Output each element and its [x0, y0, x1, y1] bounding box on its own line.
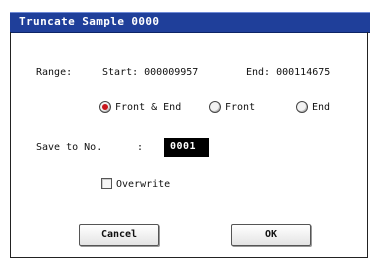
radio-front[interactable]	[209, 101, 221, 113]
save-to-label: Save to No.	[36, 142, 103, 153]
truncate-sample-dialog: Truncate Sample 0000 Range: Start: 00000…	[0, 0, 380, 264]
range-start-value: Start: 000009957	[102, 67, 199, 78]
radio-front-label[interactable]: Front	[225, 102, 255, 113]
dialog-title: Truncate Sample 0000	[19, 15, 160, 28]
range-end-value: End: 000114675	[246, 67, 331, 78]
overwrite-label[interactable]: Overwrite	[116, 179, 170, 190]
range-label: Range:	[36, 67, 73, 78]
save-to-number-field[interactable]: 0001	[164, 138, 209, 157]
radio-end[interactable]	[296, 101, 308, 113]
overwrite-checkbox[interactable]	[101, 178, 112, 189]
radio-front-and-end-label[interactable]: Front & End	[115, 102, 181, 113]
radio-front-and-end[interactable]	[99, 101, 111, 113]
save-to-colon: :	[137, 142, 144, 153]
radio-end-label[interactable]: End	[312, 102, 330, 113]
cancel-button[interactable]: Cancel	[79, 224, 159, 246]
ok-button[interactable]: OK	[231, 224, 311, 246]
dialog-title-bar: Truncate Sample 0000	[10, 12, 370, 33]
